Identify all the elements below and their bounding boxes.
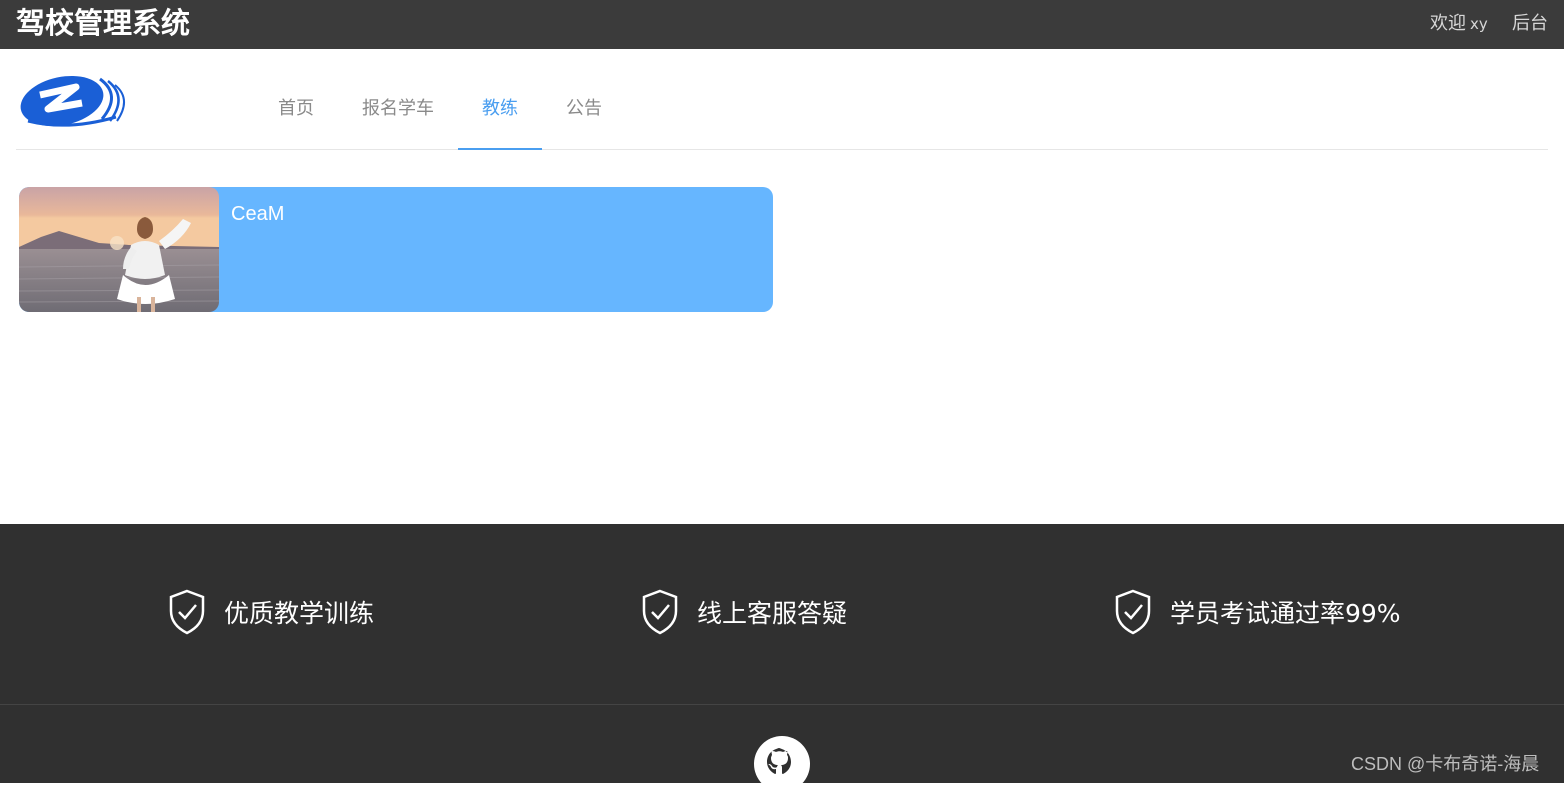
shield-check-icon xyxy=(1115,589,1151,635)
github-icon[interactable] xyxy=(752,734,812,794)
nav-item-notice[interactable]: 公告 xyxy=(542,49,626,149)
nav-item-enroll[interactable]: 报名学车 xyxy=(338,49,458,149)
footer: 优质教学训练 线上客服答疑 学员考试通过率99% CSDN @卡布奇诺-海晨 xyxy=(0,524,1564,792)
feature-label: 学员考试通过率99% xyxy=(1170,599,1401,628)
feature-list: 优质教学训练 线上客服答疑 学员考试通过率99% xyxy=(0,524,1564,705)
logo-icon[interactable] xyxy=(18,73,126,129)
admin-link[interactable]: 后台 xyxy=(1512,12,1548,36)
feature-label: 优质教学训练 xyxy=(224,599,375,628)
shield-check-icon xyxy=(169,589,205,635)
main-nav: 首页 报名学车 教练 公告 xyxy=(254,49,626,150)
watermark: CSDN @卡布奇诺-海晨 xyxy=(1351,754,1540,774)
nav-item-home[interactable]: 首页 xyxy=(254,49,338,149)
nav-item-coach[interactable]: 教练 xyxy=(458,49,542,150)
top-bar: 驾校管理系统 欢迎 xy 后台 xyxy=(0,0,1564,49)
site-title: 驾校管理系统 xyxy=(16,6,191,40)
welcome-label: 欢迎 xyxy=(1430,13,1466,34)
welcome-text: 欢迎 xy xyxy=(1430,12,1488,36)
feature-item: 线上客服答疑 xyxy=(641,588,847,636)
coach-photo xyxy=(19,187,219,312)
username: xy xyxy=(1470,15,1488,33)
coach-card[interactable]: CeaM xyxy=(19,187,773,312)
feature-label: 线上客服答疑 xyxy=(697,599,848,628)
feature-item: 学员考试通过率99% xyxy=(1114,588,1401,636)
header: 首页 报名学车 教练 公告 xyxy=(16,49,1548,150)
feature-item: 优质教学训练 xyxy=(168,588,374,636)
shield-check-icon xyxy=(642,589,678,635)
coach-name: CeaM xyxy=(231,203,285,225)
